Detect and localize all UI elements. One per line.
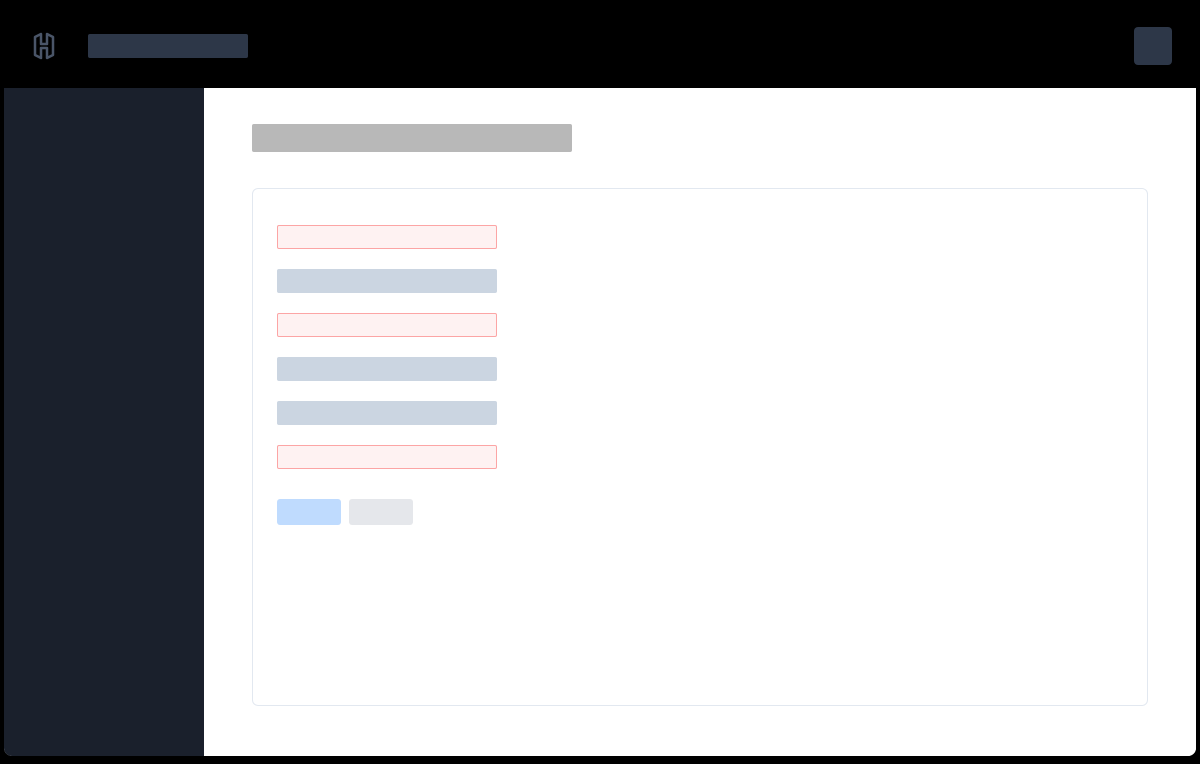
header — [4, 4, 1196, 88]
form-card — [252, 188, 1148, 706]
sidebar — [4, 88, 204, 756]
header-left — [28, 30, 248, 62]
hashicorp-logo-icon[interactable] — [28, 30, 60, 62]
form-field[interactable] — [277, 357, 497, 381]
form-field-error[interactable] — [277, 313, 497, 337]
page-title — [252, 124, 572, 152]
app-title — [88, 34, 248, 58]
form-field-error[interactable] — [277, 225, 497, 249]
form-field[interactable] — [277, 269, 497, 293]
primary-button[interactable] — [277, 499, 341, 525]
button-row — [277, 499, 1123, 525]
form-rows — [277, 225, 1123, 469]
body — [4, 88, 1196, 756]
app-window — [4, 4, 1196, 756]
main-content — [204, 88, 1196, 756]
form-field-error[interactable] — [277, 445, 497, 469]
secondary-button[interactable] — [349, 499, 413, 525]
form-field[interactable] — [277, 401, 497, 425]
menu-button[interactable] — [1134, 27, 1172, 65]
